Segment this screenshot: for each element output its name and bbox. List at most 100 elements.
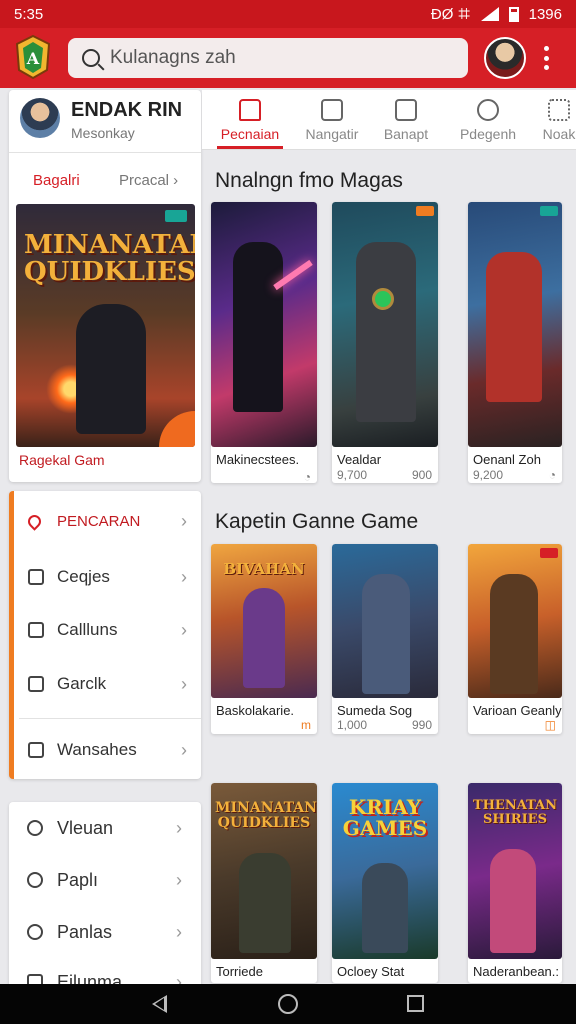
game-meta-right: 900 <box>411 468 432 482</box>
emblem-icon <box>372 288 394 310</box>
back-icon[interactable] <box>152 995 167 1013</box>
menu-item-garclk[interactable]: Garclk › <box>14 664 201 704</box>
character-figure <box>362 863 408 953</box>
chevron-right-icon: › <box>181 673 187 694</box>
featured-caption[interactable]: Ragekal Gam <box>19 452 105 468</box>
tab-label: Pecnaian <box>220 126 280 142</box>
character-figure <box>362 574 410 694</box>
game-art <box>211 202 317 447</box>
game-title: Naderanbean.: <box>473 964 560 979</box>
system-nav-bar <box>0 984 576 1024</box>
game-meta-right: 990 <box>411 718 432 732</box>
battery-icon <box>508 6 519 22</box>
tab-pdegenh[interactable]: Pdegenh <box>454 90 522 150</box>
tab-nangatir[interactable]: Nangatir <box>296 90 368 150</box>
profile-link-primary[interactable]: Bagalri <box>33 172 80 189</box>
game-art: MINANATAN QUIDKLIES <box>211 783 317 959</box>
character-figure <box>486 252 542 402</box>
game-title: Oenanl Zoh <box>473 452 541 467</box>
menu-item-vleuan[interactable]: Vleuan › <box>9 808 196 848</box>
menu-item-pencaran[interactable]: PENCARAN › <box>14 501 201 541</box>
badge-icon <box>540 206 558 216</box>
game-meta-icon: ◔ <box>303 470 311 483</box>
game-meta: 1,000 <box>337 718 368 732</box>
tab-label: Nangatir <box>305 126 359 142</box>
menu-item-ceqjes[interactable]: Ceqjes › <box>14 557 201 597</box>
game-card[interactable]: Makinecstees. ◔ <box>211 202 317 483</box>
game-card[interactable]: MINANATAN QUIDKLIES Torriede <box>211 783 317 983</box>
character-figure <box>243 588 285 688</box>
character-figure <box>239 853 291 953</box>
art-title: KRIAY GAMES <box>342 795 428 840</box>
menu-item-callluns[interactable]: Callluns › <box>14 610 201 650</box>
profile-link-secondary[interactable]: Prcacal › <box>119 172 178 189</box>
game-meta-icon: m <box>301 718 311 732</box>
menu-item-panlas[interactable]: Panlas › <box>9 912 196 952</box>
featured-game-cover[interactable]: MINANATAN QUIDKLIES <box>16 204 195 447</box>
compass-icon <box>477 99 499 121</box>
game-art: KRIAY GAMES <box>332 783 438 959</box>
game-art <box>468 544 562 698</box>
menu-item-wansahes[interactable]: Wansahes › <box>14 730 201 770</box>
grid-icon <box>548 99 570 121</box>
section-title: Nnalngn fmo Magas <box>215 169 403 192</box>
badge-icon <box>540 548 558 558</box>
game-title: Sumeda Sog <box>337 703 413 718</box>
game-card[interactable]: BIVAHAN Baskolakarie. m <box>211 544 317 734</box>
game-meta: 9,700 <box>337 468 368 482</box>
app-bar: A Kulanagns zah <box>0 28 576 88</box>
tab-banapt[interactable]: Banapt <box>374 90 438 150</box>
search-icon <box>82 49 100 67</box>
recent-apps-icon[interactable] <box>407 995 424 1012</box>
svg-text:A: A <box>26 49 40 68</box>
chevron-right-icon: › <box>176 921 182 942</box>
menu-item-label: Garclk <box>57 674 107 693</box>
menu-item-label: Vleuan <box>57 817 114 838</box>
active-tab-indicator <box>217 146 283 149</box>
menu-item-papli[interactable]: Paplı › <box>9 860 196 900</box>
featured-cover-title: MINANATAN QUIDKLIES <box>24 230 195 288</box>
game-card[interactable]: Sumeda Sog 1,000 990 <box>332 544 438 734</box>
profile-name: ENDAK RIN <box>71 99 183 121</box>
section-title: Kapetin Ganne Game <box>215 510 419 533</box>
search-input[interactable]: Kulanagns zah <box>68 38 468 78</box>
game-title: Torriede <box>216 964 263 979</box>
hero-figure <box>76 304 146 434</box>
square-dot-icon <box>28 622 44 638</box>
menu-item-label: Panlas <box>57 921 113 942</box>
game-card[interactable]: KRIAY GAMES Ocloey Stat <box>332 783 438 983</box>
home-button-icon[interactable] <box>278 994 298 1014</box>
battery-percent: 1396 <box>528 5 562 23</box>
avatar[interactable] <box>484 37 526 79</box>
tab-noak[interactable]: Noak <box>542 90 576 150</box>
chevron-right-icon: › <box>176 869 182 890</box>
shield-icon <box>27 872 43 888</box>
heart-icon <box>25 511 44 531</box>
more-options-icon[interactable] <box>544 46 550 70</box>
game-art <box>332 202 438 447</box>
divider <box>19 718 201 719</box>
menu-item-label: Callluns <box>57 620 118 639</box>
character-figure <box>356 242 416 422</box>
game-meta-icon: ◫ <box>544 718 556 732</box>
game-card[interactable]: Varioan Geanly ◫ <box>468 544 562 734</box>
game-card[interactable]: THENATAN SHIRIES Naderanbean.: <box>468 783 562 983</box>
shield-icon <box>27 924 43 940</box>
chat-icon <box>27 820 43 836</box>
game-card[interactable]: Oenanl Zoh 9,200 ◔ <box>468 202 562 483</box>
app-logo-icon[interactable]: A <box>14 34 52 80</box>
document-icon <box>395 99 417 121</box>
menu-item-label: Wansahes <box>57 740 137 759</box>
game-title: Makinecstees. <box>216 452 300 467</box>
refresh-icon <box>28 676 44 692</box>
status-icons: ÐØ ꖛ <box>430 5 471 23</box>
art-title: BIVAHAN <box>223 560 305 578</box>
chevron-right-icon: › <box>181 510 187 531</box>
game-card[interactable]: Vealdar 9,700 900 <box>332 202 438 483</box>
tab-label: Noak <box>542 126 576 142</box>
home-icon <box>239 99 261 121</box>
profile-avatar[interactable] <box>20 98 60 138</box>
tab-label: Banapt <box>383 126 429 142</box>
tab-pecnaian[interactable]: Pecnaian <box>214 90 286 150</box>
art-title: MINANATAN QUIDKLIES <box>215 800 317 831</box>
